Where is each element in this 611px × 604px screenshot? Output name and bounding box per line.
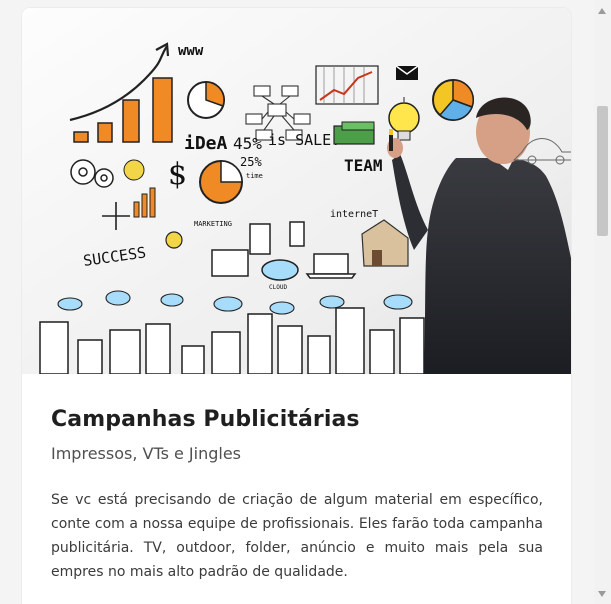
dotted-sphere-icon bbox=[123, 159, 145, 181]
chevron-down-icon[interactable] bbox=[598, 591, 606, 597]
card-subtitle: Impressos, VTs e Jingles bbox=[51, 444, 242, 464]
pie-chart-icon bbox=[187, 81, 225, 119]
cloud-label: CLOUD bbox=[269, 284, 287, 291]
time-label: 25% bbox=[240, 155, 262, 169]
sun-icon bbox=[165, 231, 183, 249]
card-description: Se vc está precisando de criação de algu… bbox=[51, 492, 543, 581]
team-label: TEAM bbox=[344, 156, 383, 175]
mail-icon bbox=[395, 65, 419, 80]
service-card: www iDeA 45% is SALE! TEAM interneT SUCC… bbox=[22, 8, 571, 604]
card-title: Campanhas Publicitárias bbox=[51, 407, 360, 432]
internet-label: interneT bbox=[330, 209, 378, 220]
percent-label: 45% bbox=[233, 134, 262, 153]
advertising-illustration: www iDeA 45% is SALE! TEAM interneT SUCC… bbox=[22, 8, 571, 374]
www-label: www bbox=[178, 43, 204, 59]
page: www iDeA 45% is SALE! TEAM interneT SUCC… bbox=[0, 0, 611, 604]
sale-label: is SALE! bbox=[268, 131, 340, 149]
time-sub-label: time bbox=[246, 172, 263, 180]
idea-label: iDeA bbox=[184, 133, 228, 154]
marketing-label: MARKETING bbox=[194, 220, 232, 228]
pie-chart-icon bbox=[199, 160, 243, 204]
dollar-sign-label: $ bbox=[168, 157, 187, 192]
vertical-scrollbar[interactable] bbox=[594, 0, 611, 604]
hero-image: www iDeA 45% is SALE! TEAM interneT SUCC… bbox=[22, 8, 571, 374]
pie-chart-icon bbox=[432, 79, 475, 121]
scrollbar-thumb[interactable] bbox=[597, 106, 608, 236]
chevron-up-icon[interactable] bbox=[598, 8, 606, 14]
card-content: Campanhas Publicitárias Impressos, VTs e… bbox=[22, 374, 571, 584]
